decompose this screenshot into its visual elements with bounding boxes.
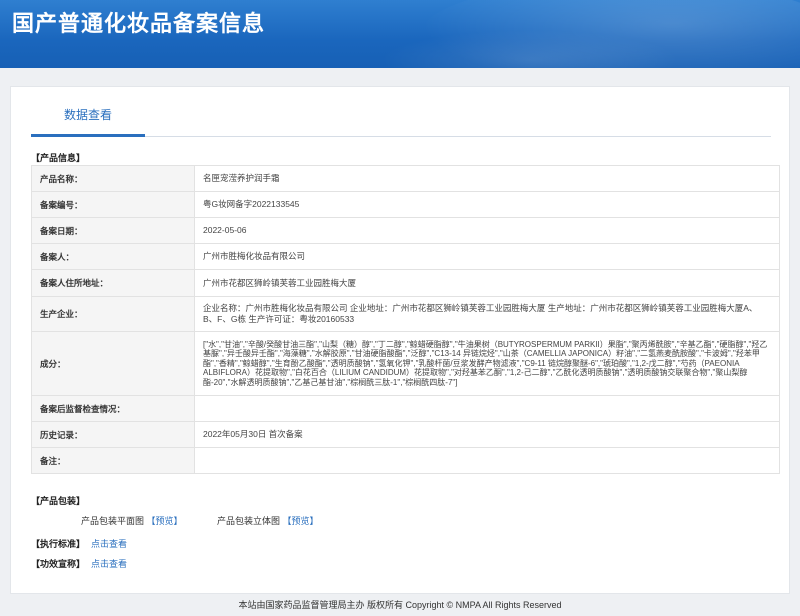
row-label: 备案编号：: [31, 191, 195, 218]
standard-row: 【执行标准】 点击查看: [31, 537, 127, 550]
page-footer: 本站由国家药品监督管理局主办 版权所有 Copyright © NMPA All…: [238, 600, 562, 610]
efficacy-view-link[interactable]: 点击查看: [91, 559, 127, 569]
record-number-value: 粤G妆网备字2022133545: [194, 191, 780, 218]
table-row: 备案日期： 2022-05-06: [31, 217, 780, 244]
row-label: 备注：: [31, 447, 195, 474]
row-label: 备案人住所地址：: [31, 269, 195, 297]
content-card: 数据查看 【产品信息】 产品名称： 名匣宠滢养护润手霜 备案编号： 粤G妆网备字…: [10, 86, 790, 594]
remarks-value: [194, 447, 780, 474]
row-label: 历史记录：: [31, 421, 195, 448]
tab-bar: 数据查看: [31, 105, 771, 137]
table-row: 备注：: [31, 447, 780, 474]
row-label: 备案日期：: [31, 217, 195, 244]
page-header: 国产普通化妆品备案信息: [0, 0, 800, 68]
product-info-table: 产品名称： 名匣宠滢养护润手霜 备案编号： 粤G妆网备字2022133545 备…: [31, 165, 780, 474]
table-row: 备案后监督检查情况：: [31, 395, 780, 422]
table-row: 备案人： 广州市胜梅化妆品有限公司: [31, 243, 780, 270]
row-label: 备案人：: [31, 243, 195, 270]
packaging-flat-label: 产品包装平面图: [81, 516, 145, 526]
product-info-section-label: 【产品信息】: [31, 153, 86, 163]
page-title: 国产普通化妆品备案信息: [12, 11, 266, 36]
table-row: 生产企业： 企业名称：广州市胜梅化妆品有限公司 企业地址：广州市花都区狮岭镇芙蓉…: [31, 296, 780, 332]
row-label: 生产企业：: [31, 296, 195, 332]
efficacy-row: 【功效宣称】 点击查看: [31, 557, 127, 570]
registrant-value: 广州市胜梅化妆品有限公司: [194, 243, 780, 270]
product-name-value: 名匣宠滢养护润手霜: [194, 165, 780, 192]
row-label: 产品名称：: [31, 165, 195, 192]
ingredients-value: ["水","甘油","辛酸/癸酸甘油三酯","山梨（糖）醇","丁二醇","鲸蜡…: [194, 331, 780, 396]
history-value: 2022年05月30日 首次备案: [194, 421, 780, 448]
standard-view-link[interactable]: 点击查看: [91, 539, 127, 549]
registrant-address-value: 广州市花都区狮岭镇芙蓉工业园胜梅大厦: [194, 269, 780, 297]
packaging-solid-label: 产品包装立体图: [217, 516, 281, 526]
packaging-flat-preview-link[interactable]: 【预览】: [147, 516, 183, 526]
table-row: 成分： ["水","甘油","辛酸/癸酸甘油三酯","山梨（糖）醇","丁二醇"…: [31, 331, 780, 396]
standard-label: 【执行标准】: [31, 539, 86, 549]
table-row: 备案编号： 粤G妆网备字2022133545: [31, 191, 780, 218]
packaging-solid: 产品包装立体图 【预览】: [217, 514, 319, 527]
inspection-value: [194, 395, 780, 422]
packaging-flat: 产品包装平面图 【预览】: [81, 514, 183, 527]
manufacturer-value: 企业名称：广州市胜梅化妆品有限公司 企业地址：广州市花都区狮岭镇芙蓉工业园胜梅大…: [194, 296, 780, 332]
tab-data-view[interactable]: 数据查看: [31, 105, 145, 137]
packaging-section-label: 【产品包装】: [31, 496, 86, 506]
record-date-value: 2022-05-06: [194, 217, 780, 244]
row-label: 备案后监督检查情况：: [31, 395, 195, 422]
row-label: 成分：: [31, 331, 195, 396]
packaging-solid-preview-link[interactable]: 【预览】: [283, 516, 319, 526]
table-row: 备案人住所地址： 广州市花都区狮岭镇芙蓉工业园胜梅大厦: [31, 269, 780, 297]
table-row: 历史记录： 2022年05月30日 首次备案: [31, 421, 780, 448]
efficacy-label: 【功效宣称】: [31, 559, 86, 569]
table-row: 产品名称： 名匣宠滢养护润手霜: [31, 165, 780, 192]
